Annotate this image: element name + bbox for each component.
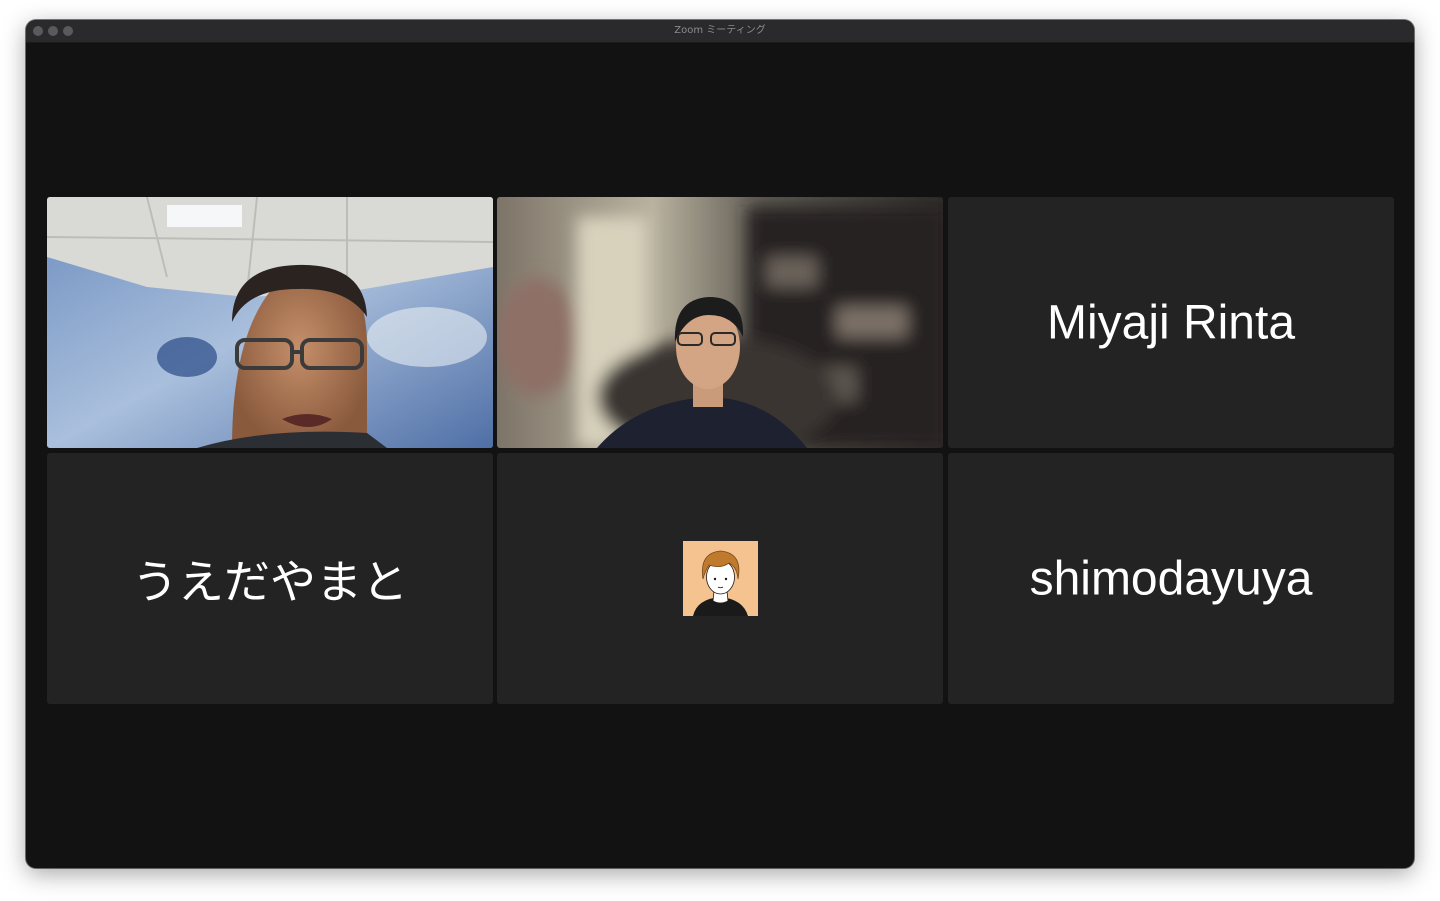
participant-name: うえだやまと [132,554,408,609]
participant-tile-uedayamato[interactable]: うえだやまと [47,453,493,704]
participant-name: shimodayuya [1029,552,1313,605]
participant-video-feed [47,197,493,448]
window-title: Zoom ミーティング [674,25,766,36]
user-avatar-illustration [683,541,758,616]
participant-tile-video-2[interactable] [497,197,943,448]
participant-tile-avatar[interactable] [497,453,943,704]
participant-tile-video-1[interactable] [47,197,493,448]
participant-tile-shimodayuya[interactable]: shimodayuya [948,453,1394,704]
zoom-meeting-window: Zoom ミーティング Miyaji Rinta うえだやまと shimoday… [26,20,1414,868]
participant-name: Miyaji Rinta [1046,296,1296,349]
participant-tile-miyaji-rinta[interactable]: Miyaji Rinta [948,197,1394,448]
window-titlebar[interactable]: Zoom ミーティング [26,20,1414,43]
participant-video-feed [497,197,943,448]
